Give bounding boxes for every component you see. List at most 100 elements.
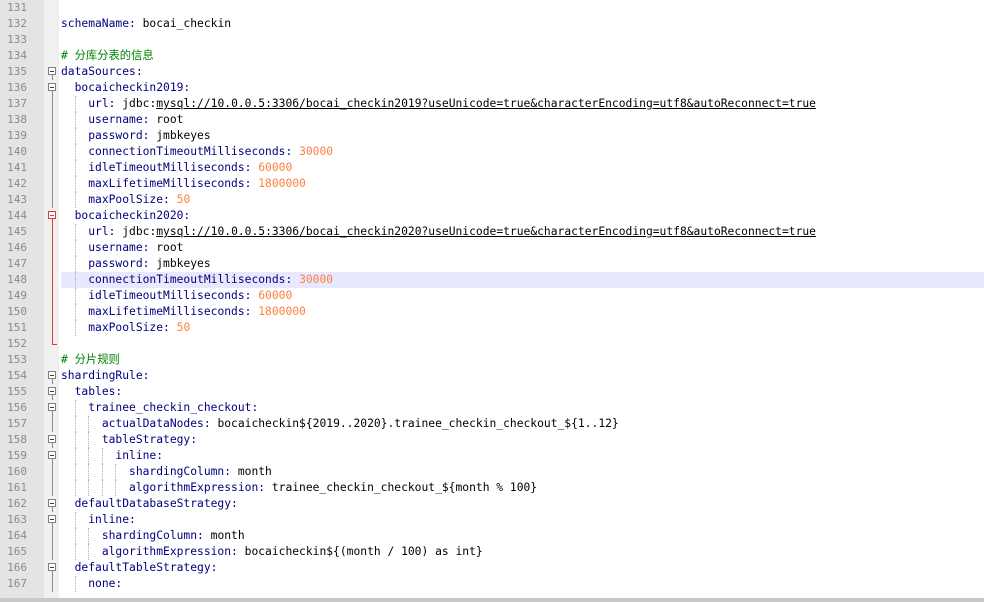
code-line[interactable]: 155 tables:: [0, 384, 984, 400]
code-text[interactable]: connectionTimeoutMilliseconds: 30000: [61, 272, 984, 288]
fold-toggle-icon[interactable]: [46, 432, 58, 448]
fold-line: [46, 528, 58, 544]
code-line[interactable]: 154 shardingRule:: [0, 368, 984, 384]
code-lines[interactable]: 131 132 schemaName: bocai_checkin 133 134 # 分…: [0, 0, 984, 592]
code-line[interactable]: 152: [0, 336, 984, 352]
code-line[interactable]: 144 bocaicheckin2020:: [0, 208, 984, 224]
code-line[interactable]: 141 idleTimeoutMilliseconds: 60000: [0, 160, 984, 176]
line-number: 156: [7, 401, 27, 414]
code-line[interactable]: 148 connectionTimeoutMilliseconds: 30000: [0, 272, 984, 288]
code-line[interactable]: 134 # 分库分表的信息: [0, 48, 984, 64]
horizontal-scrollbar[interactable]: [0, 598, 984, 602]
line-number: 148: [7, 273, 27, 286]
fold-toggle-icon[interactable]: [46, 368, 58, 384]
code-line[interactable]: 150 maxLifetimeMilliseconds: 1800000: [0, 304, 984, 320]
code-line[interactable]: 151 maxPoolSize: 50: [0, 320, 984, 336]
code-line[interactable]: 133: [0, 32, 984, 48]
code-text[interactable]: password: jmbkeyes: [61, 128, 984, 144]
code-text[interactable]: defaultDatabaseStrategy:: [61, 496, 984, 512]
code-text[interactable]: tableStrategy:: [61, 432, 984, 448]
fold-toggle-icon[interactable]: [46, 208, 58, 224]
yaml-key: password:: [88, 129, 150, 142]
code-text[interactable]: [61, 336, 984, 352]
code-line[interactable]: 142 maxLifetimeMilliseconds: 1800000: [0, 176, 984, 192]
code-text[interactable]: none:: [61, 576, 984, 592]
code-text[interactable]: schemaName: bocai_checkin: [61, 16, 984, 32]
code-line[interactable]: 131: [0, 0, 984, 16]
code-line[interactable]: 165 algorithmExpression: bocaicheckin${(…: [0, 544, 984, 560]
code-text[interactable]: connectionTimeoutMilliseconds: 30000: [61, 144, 984, 160]
code-line[interactable]: 158 tableStrategy:: [0, 432, 984, 448]
code-line[interactable]: 137 url: jdbc:mysql://10.0.0.5:3306/boca…: [0, 96, 984, 112]
fold-toggle-icon[interactable]: [46, 80, 58, 96]
fold-toggle-icon[interactable]: [46, 512, 58, 528]
fold-toggle-icon[interactable]: [46, 560, 58, 576]
code-text[interactable]: idleTimeoutMilliseconds: 60000: [61, 160, 984, 176]
code-line[interactable]: 146 username: root: [0, 240, 984, 256]
code-line[interactable]: 147 password: jmbkeyes: [0, 256, 984, 272]
code-text[interactable]: trainee_checkin_checkout:: [61, 400, 984, 416]
code-line[interactable]: 149 idleTimeoutMilliseconds: 60000: [0, 288, 984, 304]
code-text[interactable]: maxLifetimeMilliseconds: 1800000: [61, 304, 984, 320]
code-line[interactable]: 132 schemaName: bocai_checkin: [0, 16, 984, 32]
code-text[interactable]: idleTimeoutMilliseconds: 60000: [61, 288, 984, 304]
yaml-key: inline:: [115, 449, 164, 462]
fold-toggle-icon[interactable]: [46, 496, 58, 512]
code-text[interactable]: dataSources:: [61, 64, 984, 80]
code-text[interactable]: algorithmExpression: trainee_checkin_che…: [61, 480, 984, 496]
fold-toggle-icon[interactable]: [46, 64, 58, 80]
yaml-value: jmbkeyes: [149, 129, 211, 142]
code-text[interactable]: [61, 0, 984, 16]
code-line[interactable]: 140 connectionTimeoutMilliseconds: 30000: [0, 144, 984, 160]
code-line[interactable]: 145 url: jdbc:mysql://10.0.0.5:3306/boca…: [0, 224, 984, 240]
code-text[interactable]: url: jdbc:mysql://10.0.0.5:3306/bocai_ch…: [61, 96, 984, 112]
code-line[interactable]: 156 trainee_checkin_checkout:: [0, 400, 984, 416]
code-text[interactable]: # 分片规则: [61, 352, 984, 368]
code-line[interactable]: 153 # 分片规则: [0, 352, 984, 368]
code-text[interactable]: actualDataNodes: bocaicheckin${2019..202…: [61, 416, 984, 432]
code-line[interactable]: 163 inline:: [0, 512, 984, 528]
code-line[interactable]: 159 inline:: [0, 448, 984, 464]
code-line[interactable]: 157 actualDataNodes: bocaicheckin${2019.…: [0, 416, 984, 432]
fold-toggle-icon[interactable]: [46, 384, 58, 400]
code-text[interactable]: defaultTableStrategy:: [61, 560, 984, 576]
code-line[interactable]: 161 algorithmExpression: trainee_checkin…: [0, 480, 984, 496]
code-line[interactable]: 143 maxPoolSize: 50: [0, 192, 984, 208]
code-line[interactable]: 162 defaultDatabaseStrategy:: [0, 496, 984, 512]
code-text[interactable]: shardingColumn: month: [61, 464, 984, 480]
code-text[interactable]: bocaicheckin2020:: [61, 208, 984, 224]
code-text[interactable]: # 分库分表的信息: [61, 48, 984, 64]
code-text[interactable]: inline:: [61, 448, 984, 464]
code-text[interactable]: shardingColumn: month: [61, 528, 984, 544]
code-text[interactable]: [61, 32, 984, 48]
yaml-key: defaultDatabaseStrategy:: [74, 497, 238, 510]
code-line[interactable]: 160 shardingColumn: month: [0, 464, 984, 480]
code-line[interactable]: 166 defaultTableStrategy:: [0, 560, 984, 576]
code-text[interactable]: maxPoolSize: 50: [61, 192, 984, 208]
url-link[interactable]: mysql://10.0.0.5:3306/bocai_checkin2019?…: [156, 97, 816, 110]
fold-toggle-icon[interactable]: [46, 448, 58, 464]
code-line[interactable]: 135 dataSources:: [0, 64, 984, 80]
code-line[interactable]: 164 shardingColumn: month: [0, 528, 984, 544]
yaml-key: algorithmExpression:: [129, 481, 266, 494]
code-text[interactable]: algorithmExpression: bocaicheckin${(mont…: [61, 544, 984, 560]
code-line[interactable]: 136 bocaicheckin2019:: [0, 80, 984, 96]
code-line[interactable]: 138 username: root: [0, 112, 984, 128]
code-editor[interactable]: 131 132 schemaName: bocai_checkin 133 134 # 分…: [0, 0, 984, 602]
code-text[interactable]: maxLifetimeMilliseconds: 1800000: [61, 176, 984, 192]
fold-toggle-icon[interactable]: [46, 400, 58, 416]
code-text[interactable]: username: root: [61, 112, 984, 128]
code-line[interactable]: 139 password: jmbkeyes: [0, 128, 984, 144]
code-text[interactable]: shardingRule:: [61, 368, 984, 384]
code-text[interactable]: tables:: [61, 384, 984, 400]
code-text[interactable]: password: jmbkeyes: [61, 256, 984, 272]
line-number: 145: [7, 225, 27, 238]
fold-empty: [46, 32, 58, 48]
code-text[interactable]: url: jdbc:mysql://10.0.0.5:3306/bocai_ch…: [61, 224, 984, 240]
code-line[interactable]: 167 none:: [0, 576, 984, 592]
url-link[interactable]: mysql://10.0.0.5:3306/bocai_checkin2020?…: [156, 225, 816, 238]
code-text[interactable]: inline:: [61, 512, 984, 528]
code-text[interactable]: bocaicheckin2019:: [61, 80, 984, 96]
code-text[interactable]: maxPoolSize: 50: [61, 320, 984, 336]
code-text[interactable]: username: root: [61, 240, 984, 256]
